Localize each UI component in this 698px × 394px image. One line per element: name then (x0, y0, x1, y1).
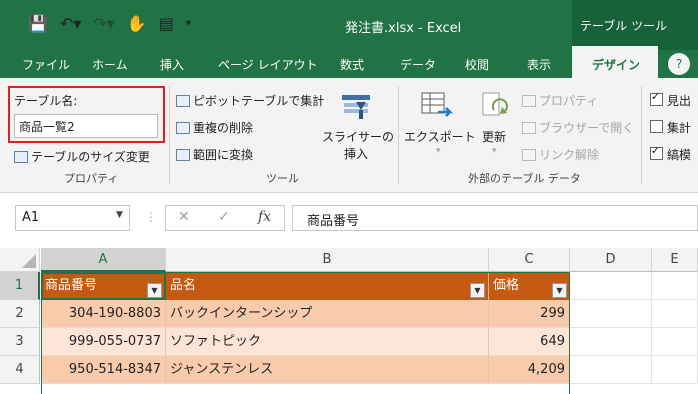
table-cell[interactable]: ジャンステンレス (166, 356, 489, 384)
empty-cell[interactable] (652, 272, 698, 300)
group-separator (398, 86, 399, 184)
filter-dropdown-icon[interactable]: ▼ (470, 283, 485, 298)
group-label-tools: ツール (266, 172, 299, 185)
window-title: 発注書.xlsx - Excel (345, 21, 462, 36)
quick-access-toolbar: 💾 ↶▾ ↷▾ ✋ ▤ ▾ (28, 14, 191, 34)
customize-qat-icon[interactable]: ▾ (186, 14, 191, 34)
row-header-2[interactable]: 2 (0, 300, 40, 328)
group-separator (641, 86, 642, 184)
unlink-icon (522, 149, 536, 161)
export-dropdown-icon[interactable]: ▾ (436, 146, 441, 156)
redo-icon[interactable]: ↷▾ (93, 14, 114, 34)
table-cell[interactable]: 999-055-0737 (41, 328, 166, 356)
table-cell[interactable]: 649 (489, 328, 570, 356)
column-header-d[interactable]: D (570, 248, 652, 272)
insert-slicer-label-2[interactable]: 挿入 (344, 145, 368, 162)
table-cell[interactable]: ソファトピック (166, 328, 489, 356)
refresh-button[interactable]: 更新 (482, 128, 506, 145)
tab-view[interactable]: 表示 (527, 56, 551, 73)
name-box-dropdown-icon[interactable]: ▼ (116, 210, 123, 220)
enter-icon[interactable]: ✓ (218, 209, 230, 225)
refresh-icon[interactable] (480, 90, 510, 122)
table-cell[interactable]: 4,209 (489, 356, 570, 384)
export-icon[interactable] (420, 90, 454, 122)
slicer-icon[interactable] (340, 92, 372, 122)
tab-file[interactable]: ファイル (22, 56, 70, 73)
column-header-a[interactable]: A (41, 248, 166, 272)
convert-to-range-button[interactable]: 範囲に変換 (176, 146, 253, 163)
pivot-summarize-button[interactable]: ピボットテーブルで集計 (176, 92, 324, 109)
table-cell[interactable]: 304-190-8803 (41, 300, 166, 328)
table-cell[interactable]: バックインターンシップ (166, 300, 489, 328)
resize-table-icon (14, 151, 28, 163)
table-name-label: テーブル名: (14, 94, 78, 108)
resize-table-button[interactable]: テーブルのサイズ変更 (14, 148, 150, 165)
empty-cell[interactable] (652, 300, 698, 328)
empty-cell[interactable] (652, 356, 698, 384)
browser-icon (522, 122, 536, 134)
undo-icon[interactable]: ↶▾ (60, 14, 81, 34)
tab-review[interactable]: 校閲 (465, 56, 489, 73)
tab-home[interactable]: ホーム (92, 56, 128, 73)
filter-dropdown-icon[interactable]: ▼ (552, 283, 567, 298)
row-header-3[interactable]: 3 (0, 328, 40, 356)
filter-dropdown-icon[interactable]: ▼ (147, 283, 162, 298)
row-header-4[interactable]: 4 (0, 356, 40, 384)
insert-function-button[interactable]: fx (258, 209, 271, 225)
formula-input[interactable]: 商品番号 (292, 205, 698, 231)
column-header-b[interactable]: B (166, 248, 489, 272)
tab-insert[interactable]: 挿入 (160, 56, 184, 73)
tab-design[interactable]: デザイン (592, 56, 640, 73)
pivot-table-icon (176, 95, 190, 107)
remove-duplicates-button[interactable]: 重複の削除 (176, 119, 253, 136)
table-cell[interactable]: 950-514-8347 (41, 356, 166, 384)
touch-mode-icon[interactable]: ✋ (127, 14, 147, 34)
empty-cell[interactable] (570, 300, 652, 328)
header-row-checkbox[interactable] (650, 90, 663, 106)
save-icon[interactable]: 💾 (28, 14, 48, 34)
unlink-button: リンク解除 (522, 146, 599, 163)
empty-cell[interactable] (570, 328, 652, 356)
properties-icon (522, 95, 536, 107)
external-properties-button: プロパティ (522, 92, 598, 109)
remove-duplicates-icon (176, 122, 190, 134)
tab-formulas[interactable]: 数式 (340, 56, 364, 73)
total-row-option[interactable]: 集計 (650, 119, 691, 136)
convert-range-icon (176, 149, 190, 161)
table-cell[interactable]: 299 (489, 300, 570, 328)
table-header-cell[interactable]: 品名 (166, 272, 489, 300)
empty-cell[interactable] (570, 272, 652, 300)
group-label-external-data: 外部のテーブル データ (468, 172, 581, 185)
help-icon[interactable]: ? (668, 53, 690, 75)
cancel-icon[interactable]: ✕ (178, 209, 190, 225)
select-all-corner[interactable] (0, 248, 40, 272)
empty-cell[interactable] (652, 328, 698, 356)
header-row-option[interactable]: 見出 (650, 90, 691, 109)
column-header-e[interactable]: E (652, 248, 698, 272)
empty-cell[interactable] (570, 356, 652, 384)
row-header-1[interactable]: 1 (0, 272, 40, 300)
banded-rows-option[interactable]: 縞模 (650, 144, 691, 163)
tab-data[interactable]: データ (400, 56, 436, 73)
formula-bar-grip: ⋮ (145, 210, 157, 224)
banded-rows-checkbox[interactable] (650, 144, 663, 160)
group-separator (169, 86, 170, 184)
tab-page-layout[interactable]: ページ レイアウト (218, 56, 318, 73)
table-name-input[interactable]: 商品一覧2 (14, 114, 158, 138)
name-box[interactable]: A1 (15, 205, 130, 231)
refresh-dropdown-icon[interactable]: ▾ (492, 146, 497, 156)
contextual-tab-group-label: テーブル ツール (580, 19, 668, 33)
group-label-properties: プロパティ (64, 172, 119, 185)
export-button[interactable]: エクスポート (404, 128, 476, 145)
form-icon[interactable]: ▤ (159, 14, 174, 34)
column-header-c[interactable]: C (489, 248, 570, 272)
insert-slicer-label-1[interactable]: スライサーの (322, 128, 394, 145)
total-row-checkbox[interactable] (650, 120, 663, 133)
open-in-browser-button: ブラウザーで開く (522, 119, 634, 136)
